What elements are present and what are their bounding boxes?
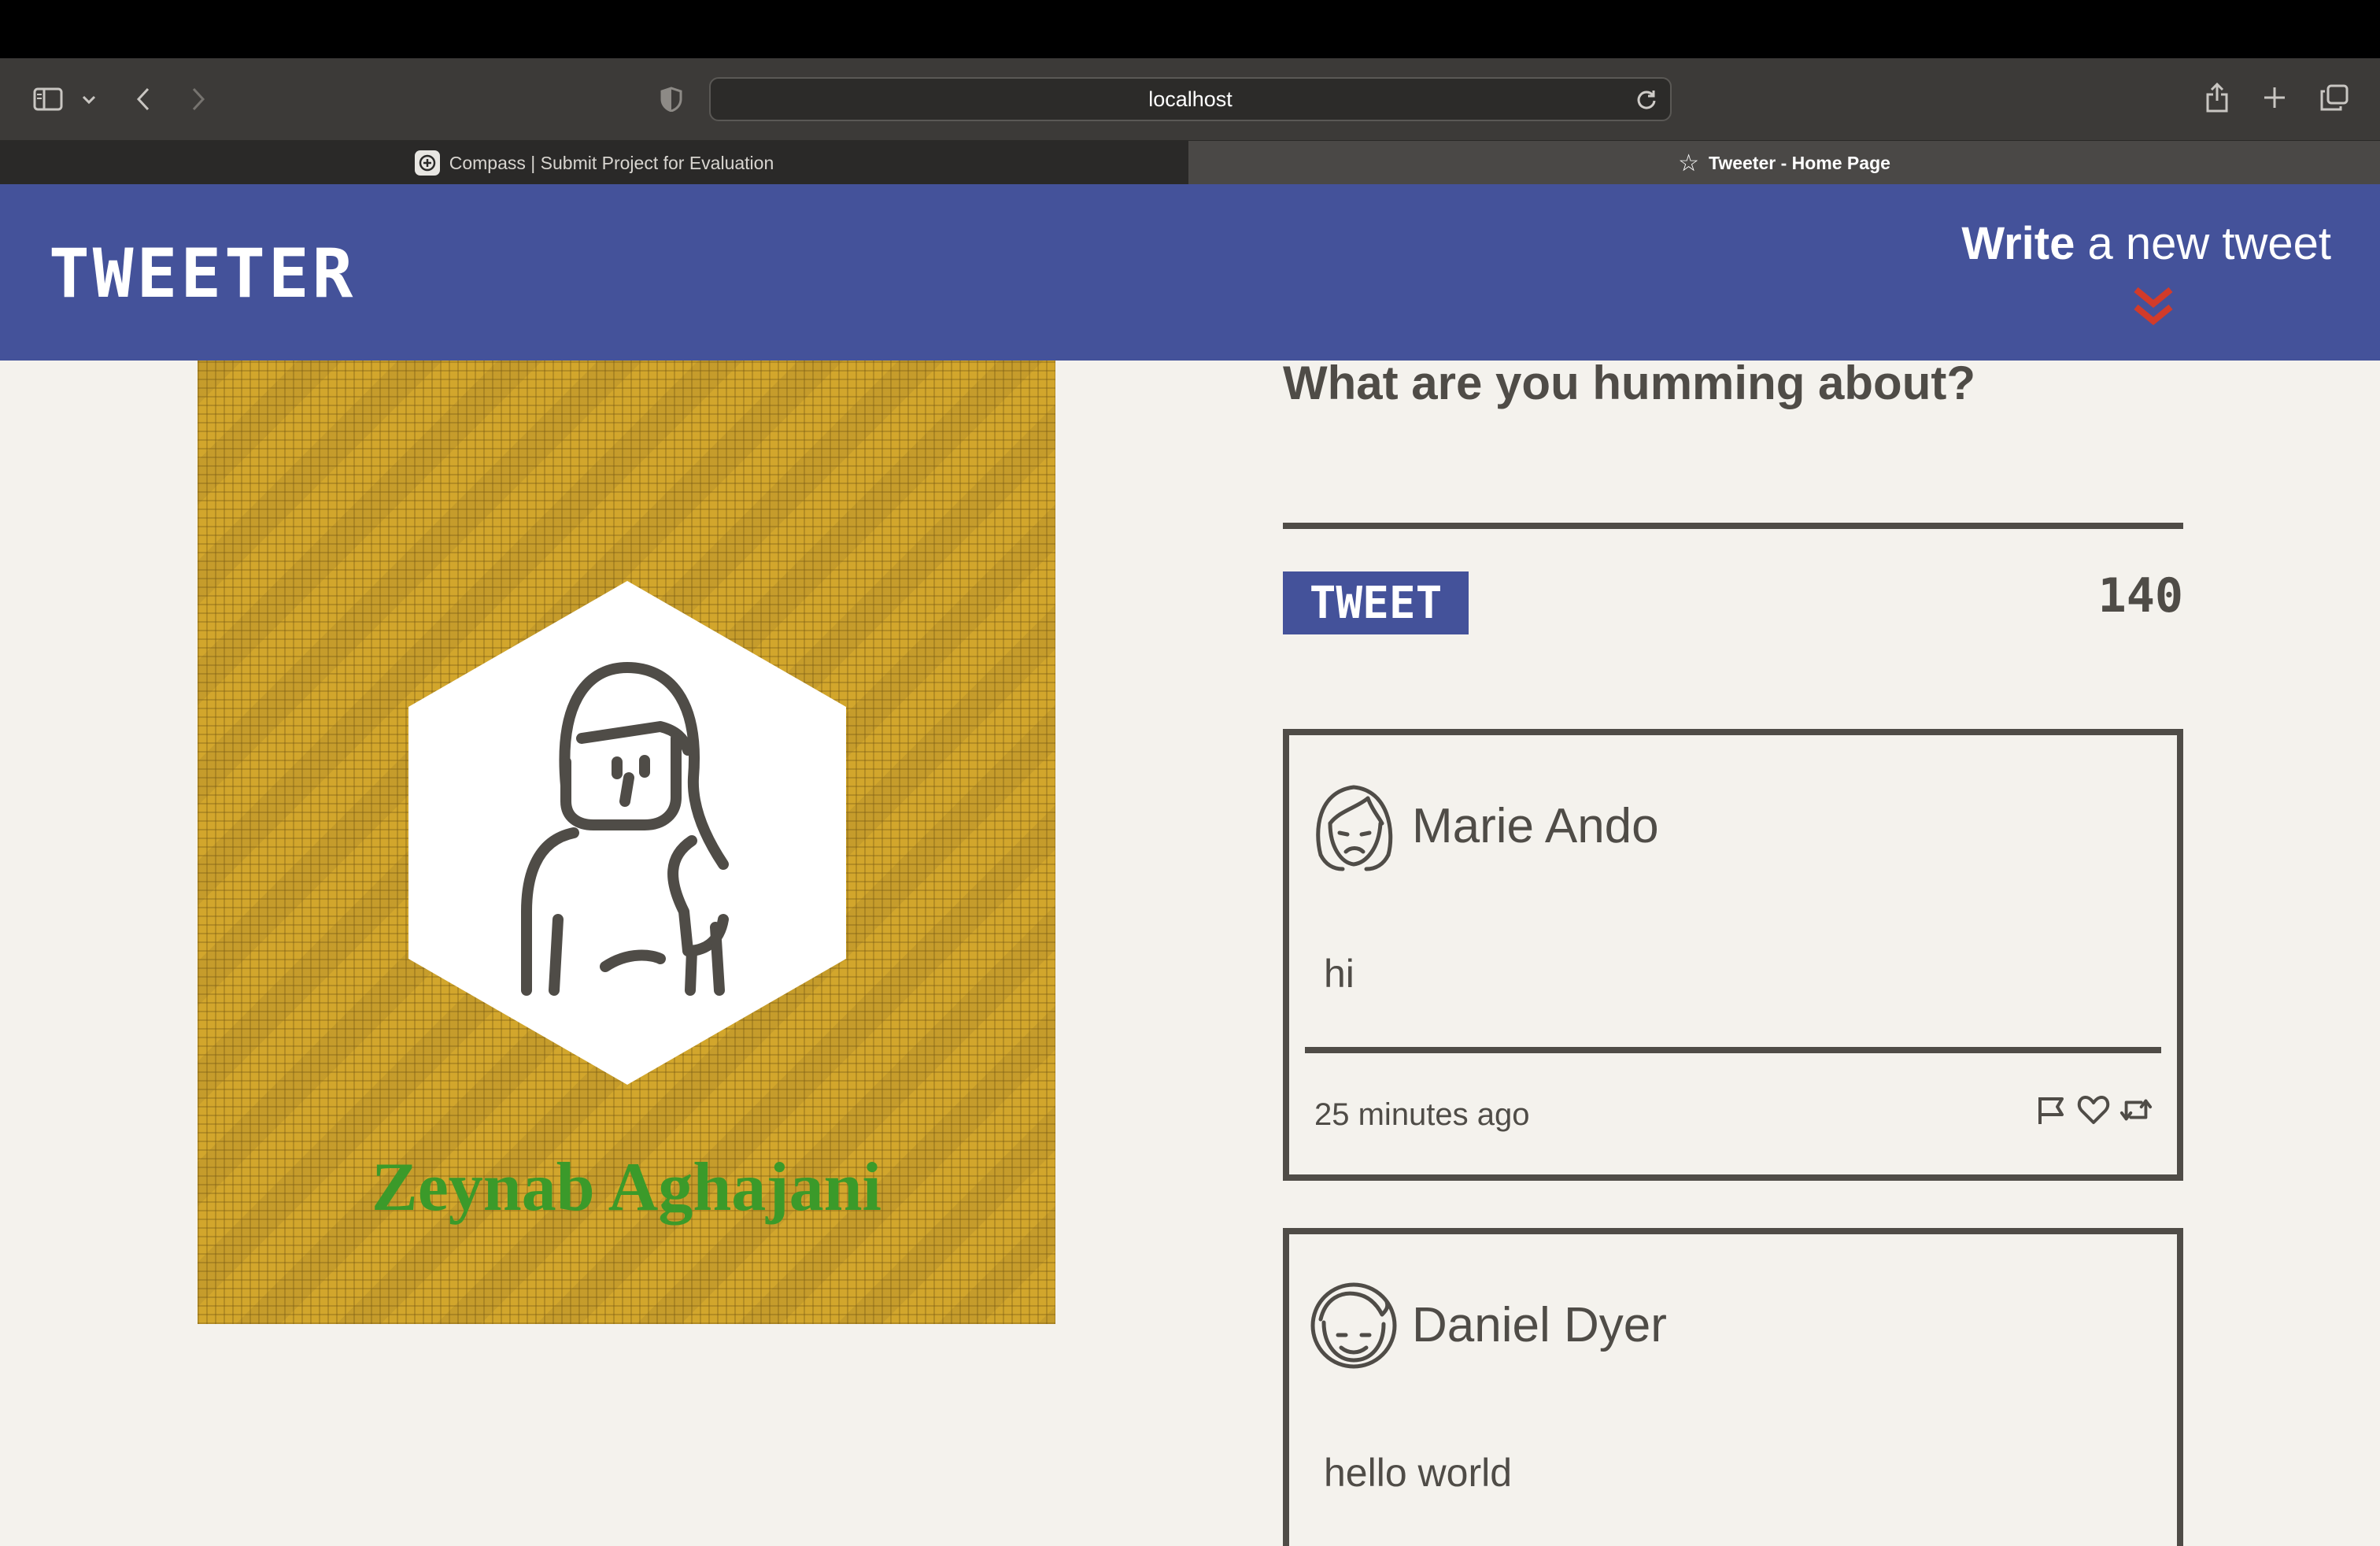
tab-tweeter[interactable]: ☆ Tweeter - Home Page: [1188, 141, 2380, 185]
tab-label: Compass | Submit Project for Evaluation: [449, 152, 774, 173]
tweet-timestamp: 25 minutes ago: [1314, 1097, 1530, 1132]
retweet-icon[interactable]: [2119, 1093, 2153, 1127]
system-menu-bar: [0, 0, 2380, 58]
tweet-author: Marie Ando: [1412, 799, 1659, 853]
chevron-down-icon[interactable]: [79, 88, 99, 112]
compose-rest-text: a new tweet: [2075, 218, 2331, 269]
address-url: localhost: [1148, 87, 1232, 111]
brand-logo[interactable]: TWEETER: [49, 235, 356, 313]
tweet-content: hello world: [1324, 1451, 1513, 1495]
tweet-divider: [1305, 1047, 2161, 1053]
tweet-card: Daniel Dyer hello world: [1283, 1228, 2183, 1546]
flag-icon[interactable]: [2034, 1093, 2068, 1127]
character-counter: 140: [2097, 568, 2183, 623]
double-chevron-down-icon[interactable]: [2130, 285, 2177, 329]
tweet-button[interactable]: TWEET: [1283, 571, 1469, 634]
girl-avatar-icon: [1316, 785, 1393, 871]
tweet-card: Marie Ando hi 25 minutes ago: [1283, 729, 2183, 1181]
browser-toolbar: localhost: [0, 58, 2380, 140]
write-tweet-link[interactable]: Write a new tweet: [1961, 217, 2331, 270]
tab-strip: Compass | Submit Project for Evaluation …: [0, 140, 2380, 185]
privacy-shield-icon[interactable]: [658, 83, 685, 115]
forward-icon[interactable]: [186, 83, 211, 115]
address-bar[interactable]: localhost: [709, 77, 1672, 121]
compose-prompt: What are you humming about?: [1283, 357, 1975, 409]
tweet-content: hi: [1324, 952, 1354, 996]
reload-icon[interactable]: [1632, 85, 1661, 113]
compass-favicon-icon: [414, 150, 440, 176]
tab-compass[interactable]: Compass | Submit Project for Evaluation: [0, 141, 1188, 185]
tweet-actions: [2034, 1093, 2153, 1127]
profile-name: Zeynab Aghajani: [371, 1149, 881, 1226]
tweet-textarea[interactable]: [1283, 523, 2183, 529]
tweet-author: Daniel Dyer: [1412, 1298, 1667, 1352]
boy-avatar-icon: [1310, 1282, 1397, 1369]
heart-icon[interactable]: [2076, 1093, 2111, 1127]
back-icon[interactable]: [131, 83, 156, 115]
sidebar-toggle-icon[interactable]: [30, 83, 66, 115]
tab-overview-icon[interactable]: [2317, 82, 2352, 113]
share-icon[interactable]: [2201, 79, 2234, 117]
compose-bold-text: Write: [1961, 218, 2075, 269]
app-header: TWEETER Write a new tweet: [0, 184, 2380, 361]
profile-avatar: [408, 581, 846, 1085]
tab-label: Tweeter - Home Page: [1708, 152, 1890, 173]
profile-panel: Zeynab Aghajani: [198, 361, 1055, 1324]
new-tab-icon[interactable]: [2259, 82, 2290, 113]
star-icon: ☆: [1678, 149, 1699, 177]
